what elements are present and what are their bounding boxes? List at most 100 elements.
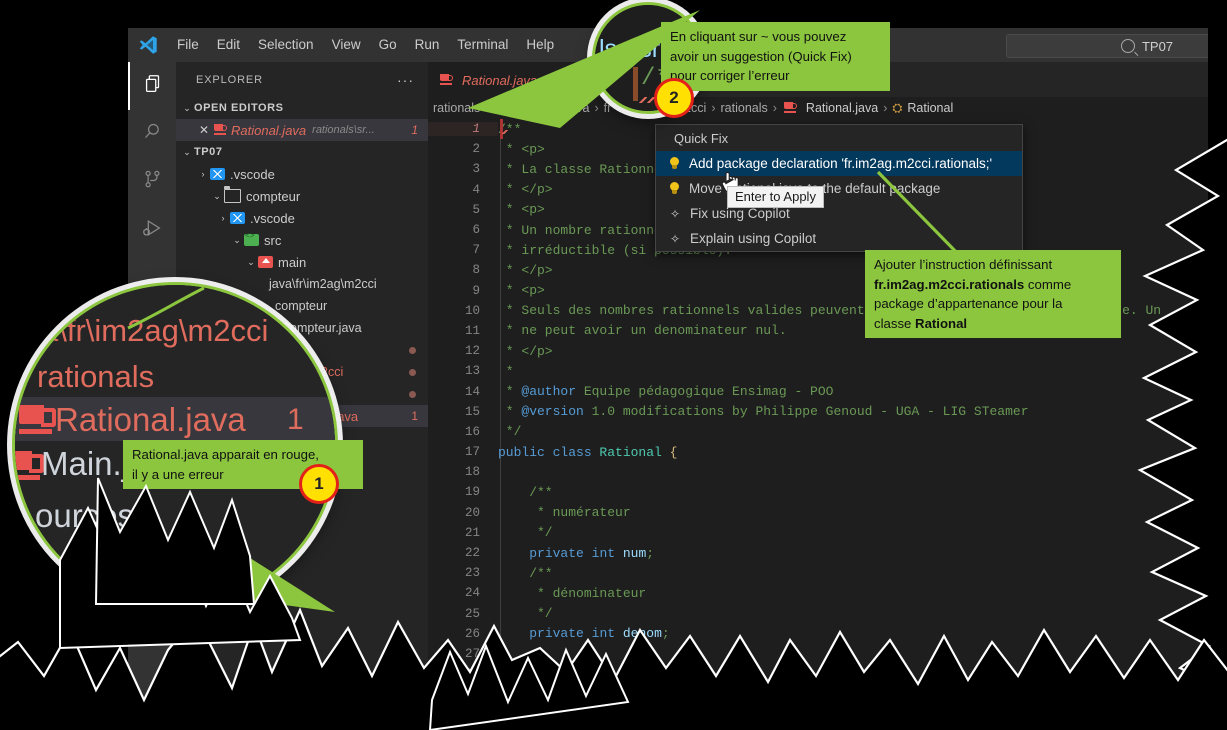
- explorer-title: EXPLORER: [196, 74, 263, 86]
- activity-item-run-and-debug[interactable]: [128, 206, 176, 254]
- close-icon[interactable]: ✕: [557, 73, 567, 87]
- breadcrumb-separator-icon: ›: [516, 101, 520, 115]
- breadcrumb-separator-icon: ›: [883, 101, 887, 115]
- chevron-down-icon[interactable]: ⌄: [244, 257, 258, 268]
- error-badge: 1: [411, 409, 418, 423]
- explorer-more-actions-icon[interactable]: ···: [397, 72, 414, 88]
- callout-3-line4-pre: classe: [874, 316, 915, 331]
- line-number: 6: [428, 223, 498, 237]
- open-editor-path: rationals\sr...: [312, 124, 375, 136]
- code-line[interactable]: 24 * dénominateur: [428, 583, 1208, 603]
- code-line[interactable]: 17public class Rational {: [428, 442, 1208, 462]
- search-icon: [142, 121, 163, 147]
- callout-3: Ajouter l’instruction définissant fr.im2…: [865, 250, 1121, 338]
- tab-rational-java[interactable]: Rational.java 1 ✕: [428, 62, 577, 98]
- breadcrumb-separator-icon: ›: [485, 101, 489, 115]
- menu-run[interactable]: Run: [406, 28, 449, 62]
- code-line[interactable]: 27: [428, 644, 1208, 664]
- menu-file[interactable]: File: [168, 28, 208, 62]
- callout-3-class: Rational: [915, 316, 967, 331]
- code-text: private int num;: [498, 546, 654, 561]
- breadcrumb-item-rationals[interactable]: rationals: [433, 101, 480, 115]
- breadcrumb-item-java[interactable]: java: [567, 101, 590, 115]
- code-line[interactable]: 25 */: [428, 604, 1208, 624]
- chevron-right-icon[interactable]: ›: [196, 169, 210, 179]
- menu-terminal[interactable]: Terminal: [448, 28, 517, 62]
- error-squiggle-icon: [501, 130, 509, 134]
- code-text: public class Rational {: [498, 445, 677, 460]
- chevron-down-icon: ⌄: [180, 103, 194, 114]
- activity-item-search[interactable]: [128, 110, 176, 158]
- quick-fix-item-fix-using-copilot[interactable]: ✧ Fix using Copilot: [656, 201, 1022, 226]
- command-search-input[interactable]: TP07: [1006, 34, 1227, 58]
- menu-selection[interactable]: Selection: [249, 28, 323, 62]
- activity-item-source-control[interactable]: [128, 158, 176, 206]
- step-badge-2: 2: [654, 78, 694, 118]
- line-number: 28: [428, 667, 498, 681]
- line-number: 8: [428, 263, 498, 277]
- menu-view[interactable]: View: [323, 28, 370, 62]
- java-file-icon: [440, 74, 453, 86]
- chevron-down-icon[interactable]: ⌄: [230, 235, 244, 246]
- chevron-down-icon[interactable]: ⌄: [210, 191, 224, 202]
- quick-fix-item-add-package[interactable]: Add package declaration 'fr.im2ag.m2cci.…: [656, 151, 1022, 176]
- menu-go[interactable]: Go: [370, 28, 406, 62]
- line-number: 11: [428, 324, 498, 338]
- menu-edit[interactable]: Edit: [208, 28, 249, 62]
- code-line[interactable]: 28 /**: [428, 664, 1208, 684]
- code-line[interactable]: 26 private int denom;: [428, 624, 1208, 644]
- tree-item-main[interactable]: ⌄ main: [176, 251, 428, 273]
- enter-to-apply-tooltip: Enter to Apply: [727, 186, 824, 208]
- code-line[interactable]: 15 * @version 1.0 modifications by Phili…: [428, 402, 1208, 422]
- chevron-right-icon[interactable]: ›: [216, 213, 230, 223]
- code-text: * </p>: [498, 263, 553, 278]
- tree-item-src[interactable]: ⌄ src: [176, 229, 428, 251]
- code-line[interactable]: 22 private int num;: [428, 543, 1208, 563]
- code-text: *: [498, 364, 514, 379]
- code-line[interactable]: 20 * numérateur: [428, 503, 1208, 523]
- close-icon[interactable]: ✕: [196, 123, 212, 137]
- code-token: Rational: [599, 445, 669, 460]
- menu-help[interactable]: Help: [517, 28, 563, 62]
- quick-fix-title: Quick Fix: [656, 125, 1022, 151]
- code-line[interactable]: 14 * @author Equipe pédagogique Ensimag …: [428, 381, 1208, 401]
- quick-fix-item-explain-using-copilot[interactable]: ✧ Explain using Copilot: [656, 226, 1022, 251]
- source-control-icon: [142, 169, 163, 195]
- vscode-folder-icon: [230, 212, 245, 224]
- breadcrumb-item-rational-java[interactable]: Rational.java: [806, 101, 878, 115]
- code-line[interactable]: 18: [428, 462, 1208, 482]
- code-line[interactable]: 13 *: [428, 361, 1208, 381]
- quick-fix-item-move-default-package[interactable]: Move Rational.java to the default packag…: [656, 176, 1022, 201]
- error-dot-icon: [409, 391, 416, 398]
- tree-item-vscode-2[interactable]: › .vscode: [176, 207, 428, 229]
- magnified-error-badge: 1: [287, 403, 304, 437]
- tree-item-label: main: [278, 255, 306, 270]
- line-number: 14: [428, 385, 498, 399]
- line-number: 2: [428, 142, 498, 156]
- code-line[interactable]: 21 */: [428, 523, 1208, 543]
- magnified-filename: Rational.java: [55, 401, 246, 439]
- code-line[interactable]: 12 * </p>: [428, 341, 1208, 361]
- java-file-icon: [214, 124, 227, 136]
- line-number: 9: [428, 284, 498, 298]
- code-line[interactable]: 19 /**: [428, 482, 1208, 502]
- code-text: * <p>: [498, 142, 545, 157]
- activity-item-explorer[interactable]: [128, 62, 176, 110]
- breadcrumb-item-main[interactable]: main: [525, 101, 552, 115]
- section-open-editors[interactable]: ⌄ OPEN EDITORS: [176, 97, 428, 119]
- open-editor-item[interactable]: ✕ Rational.java rationals\sr... 1: [176, 119, 428, 141]
- tree-item-compteur[interactable]: ⌄ compteur: [176, 185, 428, 207]
- line-number: 1: [428, 122, 498, 136]
- breadcrumb-item-src[interactable]: src: [494, 101, 511, 115]
- code-text: * </p>: [498, 344, 553, 359]
- code-line[interactable]: 29 * Construit une nouvelle instance: [428, 684, 1208, 704]
- breadcrumb-item-rationals-2[interactable]: rationals: [721, 101, 768, 115]
- breadcrumb-item-rational-class[interactable]: Rational: [907, 101, 953, 115]
- code-line[interactable]: 16 */: [428, 422, 1208, 442]
- code-line[interactable]: 23 /**: [428, 563, 1208, 583]
- line-number: 27: [428, 647, 498, 661]
- tree-item-vscode[interactable]: › .vscode: [176, 163, 428, 185]
- code-text: /**: [498, 667, 553, 682]
- quick-fix-item-label: Explain using Copilot: [690, 231, 816, 246]
- section-workspace[interactable]: ⌄ TP07: [176, 141, 428, 163]
